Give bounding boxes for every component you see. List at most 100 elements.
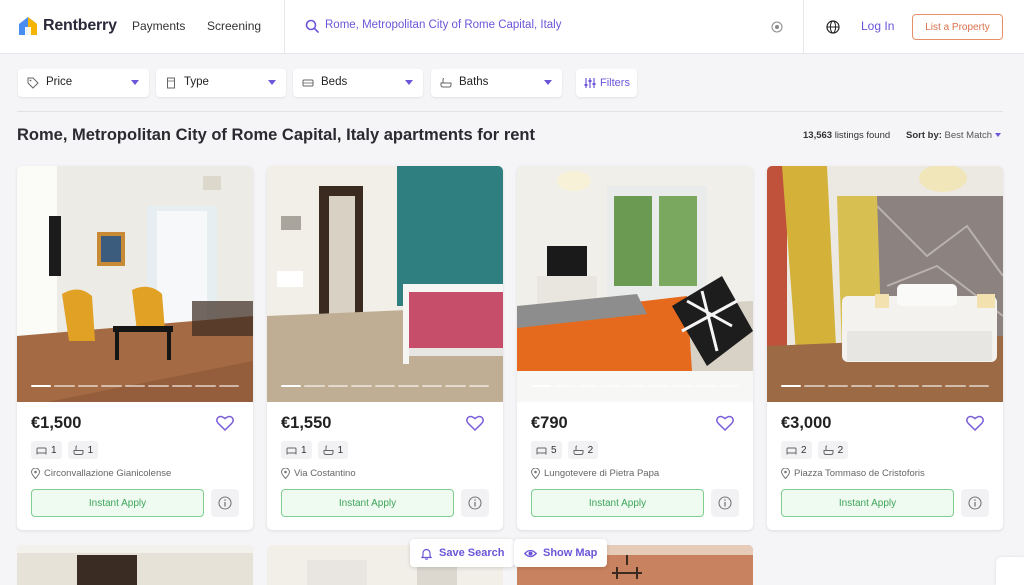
nav-screening-link[interactable]: Screening: [207, 19, 261, 33]
beds-filter-dropdown[interactable]: Beds: [293, 69, 423, 97]
address-text: Piazza Tommaso de Cristoforis: [794, 468, 925, 479]
listing-address: Piazza Tommaso de Cristoforis: [781, 468, 925, 479]
info-icon: [968, 496, 982, 510]
listing-photo[interactable]: [767, 166, 1003, 402]
eye-icon: [524, 549, 537, 557]
chevron-down-icon: [131, 80, 139, 85]
type-filter-label: Type: [184, 76, 209, 88]
listing-card[interactable]: €1,550 1 1 Via Costantino Instant Apply: [267, 166, 503, 530]
sort-value: Best Match: [944, 130, 993, 141]
listing-card[interactable]: €3,000 2 2 Piazza Tommaso de Cristoforis…: [767, 166, 1003, 530]
baths-filter-label: Baths: [459, 76, 489, 88]
listing-address: Via Costantino: [281, 468, 356, 479]
baths-count: 2: [587, 444, 594, 456]
top-header: Rentberry Payments Screening Rome, Metro…: [0, 0, 1024, 54]
price-tag-icon: [27, 77, 39, 89]
more-filters-label: Filters: [600, 77, 630, 89]
search-icon: [305, 19, 319, 33]
listing-specs: 2 2: [781, 441, 849, 459]
more-filters-button[interactable]: Filters: [576, 69, 637, 97]
info-button[interactable]: [211, 489, 239, 517]
photo-carousel-indicator[interactable]: [31, 385, 239, 388]
listing-specs: 1 1: [31, 441, 99, 459]
info-button[interactable]: [461, 489, 489, 517]
heart-favorite-icon[interactable]: [966, 415, 984, 431]
listing-card[interactable]: €1,500 1 1 Circonvallazione Gianicolense…: [17, 166, 253, 530]
listing-photo[interactable]: [17, 545, 253, 585]
show-map-button[interactable]: Show Map: [514, 539, 608, 567]
clear-search-icon[interactable]: [771, 21, 783, 33]
listing-card-partial[interactable]: [17, 545, 253, 585]
info-button[interactable]: [961, 489, 989, 517]
beds-count: 5: [551, 444, 557, 456]
listing-specs: 5 2: [531, 441, 599, 459]
house-logo-icon: [19, 17, 37, 35]
list-property-button[interactable]: List a Property: [912, 14, 1003, 40]
bathtub-icon: [573, 445, 584, 455]
price-filter-dropdown[interactable]: Price: [18, 69, 149, 97]
instant-apply-button[interactable]: Instant Apply: [531, 489, 704, 517]
listing-price: €1,550: [281, 414, 332, 432]
sort-dropdown[interactable]: Sort by: Best Match: [906, 130, 1002, 141]
price-filter-label: Price: [46, 76, 73, 88]
beds-count-chip: 2: [781, 441, 812, 459]
listing-photo[interactable]: [267, 166, 503, 402]
chevron-down-icon: [544, 80, 552, 85]
globe-language-icon[interactable]: [826, 20, 840, 34]
chevron-down-icon: [405, 80, 413, 85]
brand-name: Rentberry: [43, 17, 117, 34]
address-text: Circonvallazione Gianicolense: [44, 468, 172, 479]
beds-count: 2: [801, 444, 807, 456]
baths-count-chip: 1: [67, 441, 99, 459]
beds-count-chip: 1: [31, 441, 62, 459]
heart-favorite-icon[interactable]: [466, 415, 484, 431]
chat-widget[interactable]: [996, 557, 1024, 585]
bed-icon: [786, 447, 797, 454]
listing-card[interactable]: €790 5 2 Lungotevere di Pietra Papa Inst…: [517, 166, 753, 530]
listings-count: 13,563 listings found: [803, 130, 890, 141]
baths-count-chip: 1: [317, 441, 349, 459]
location-pin-icon: [531, 468, 540, 479]
bathtub-icon: [73, 445, 84, 455]
info-icon: [468, 496, 482, 510]
nav-payments-link[interactable]: Payments: [132, 19, 185, 33]
search-input[interactable]: Rome, Metropolitan City of Rome Capital,…: [325, 19, 561, 31]
bathtub-icon: [323, 445, 334, 455]
info-icon: [218, 496, 232, 510]
listing-photo[interactable]: [517, 166, 753, 402]
beds-count-chip: 1: [281, 441, 312, 459]
results-title: Rome, Metropolitan City of Rome Capital,…: [17, 126, 535, 144]
chevron-down-icon: [995, 133, 1002, 138]
listings-count-suffix: listings found: [832, 130, 891, 141]
beds-filter-label: Beds: [321, 76, 348, 88]
info-icon: [718, 496, 732, 510]
baths-filter-dropdown[interactable]: Baths: [431, 69, 562, 97]
heart-favorite-icon[interactable]: [716, 415, 734, 431]
save-search-button[interactable]: Save Search: [410, 539, 515, 567]
location-pin-icon: [781, 468, 790, 479]
bathtub-icon: [823, 445, 834, 455]
login-link[interactable]: Log In: [861, 19, 894, 33]
sort-label: Sort by:: [906, 130, 942, 141]
photo-carousel-indicator[interactable]: [781, 385, 989, 388]
listing-price: €790: [531, 414, 568, 432]
listing-photo[interactable]: [17, 166, 253, 402]
listing-address: Circonvallazione Gianicolense: [31, 468, 171, 479]
show-map-label: Show Map: [543, 547, 598, 559]
baths-count: 1: [87, 444, 94, 456]
baths-count-chip: 2: [567, 441, 599, 459]
baths-count: 2: [837, 444, 844, 456]
save-search-label: Save Search: [439, 547, 505, 559]
rentberry-logo[interactable]: Rentberry: [18, 14, 117, 38]
listing-price: €1,500: [31, 414, 82, 432]
listing-specs: 1 1: [281, 441, 349, 459]
location-search[interactable]: Rome, Metropolitan City of Rome Capital,…: [284, 0, 804, 54]
instant-apply-button[interactable]: Instant Apply: [31, 489, 204, 517]
type-filter-dropdown[interactable]: Type: [156, 69, 286, 97]
instant-apply-button[interactable]: Instant Apply: [281, 489, 454, 517]
instant-apply-button[interactable]: Instant Apply: [781, 489, 954, 517]
photo-carousel-indicator[interactable]: [281, 385, 489, 388]
photo-carousel-indicator[interactable]: [531, 385, 739, 388]
info-button[interactable]: [711, 489, 739, 517]
heart-favorite-icon[interactable]: [216, 415, 234, 431]
